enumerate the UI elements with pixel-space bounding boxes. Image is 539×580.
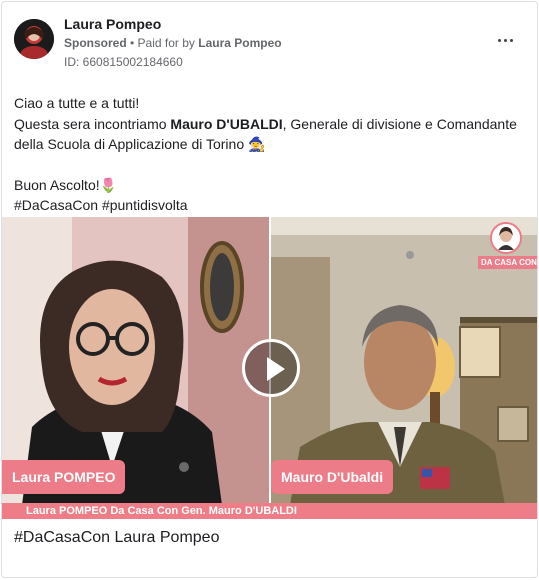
paid-for-name[interactable]: Laura Pompeo <box>198 36 281 50</box>
left-name-tag: Laura POMPEO <box>2 460 126 494</box>
avatar-image <box>14 19 54 59</box>
sponsored-label: Sponsored <box>64 36 127 50</box>
author-name[interactable]: Laura Pompeo <box>64 16 161 32</box>
play-icon[interactable] <box>242 339 300 397</box>
badge-label: DA CASA CON <box>478 256 537 269</box>
video-media[interactable]: Laura POMPEO Mauro D'Ubaldi DA CASA CON … <box>2 217 537 519</box>
ad-id: ID: 660815002184660 <box>64 55 183 69</box>
post-header: Laura Pompeo Sponsored • Paid for by Lau… <box>2 2 537 82</box>
badge-avatar-image <box>492 224 520 252</box>
post-footer[interactable]: #DaCasaCon Laura Pompeo <box>2 519 537 559</box>
closing-line: Buon Ascolto!🌷 <box>14 175 524 196</box>
right-name-tag: Mauro D'Ubaldi <box>271 460 394 494</box>
more-dots-icon[interactable] <box>494 32 518 48</box>
intro-line: Questa sera incontriamo Mauro D'UBALDI, … <box>14 114 524 155</box>
sponsored-line: Sponsored • Paid for by Laura Pompeo <box>64 36 282 50</box>
hashtags-line[interactable]: #DaCasaCon #puntidisvolta <box>14 195 524 216</box>
paid-for-prefix: • Paid for by <box>126 36 199 50</box>
greeting-line: Ciao a tutte e a tutti! <box>14 95 140 111</box>
emoji-icon: 🧙‍♀️ <box>248 136 266 152</box>
badge-avatar <box>490 222 522 254</box>
post-body: Ciao a tutte e a tutti! Questa sera inco… <box>14 93 524 216</box>
author-avatar[interactable] <box>14 19 54 59</box>
closing-text: Buon Ascolto! <box>14 176 100 193</box>
intro-prefix: Questa sera incontriamo <box>14 115 171 132</box>
tulip-icon: 🌷 <box>99 176 118 193</box>
da-casa-con-badge: DA CASA CON <box>474 222 537 277</box>
video-caption-text: Laura POMPEO Da Casa Con Gen. Mauro D'UB… <box>26 505 297 517</box>
guest-name: Mauro D'UBALDI <box>170 115 283 132</box>
footer-title[interactable]: #DaCasaCon Laura Pompeo <box>14 529 219 547</box>
ad-post-card: Laura Pompeo Sponsored • Paid for by Lau… <box>1 1 538 578</box>
